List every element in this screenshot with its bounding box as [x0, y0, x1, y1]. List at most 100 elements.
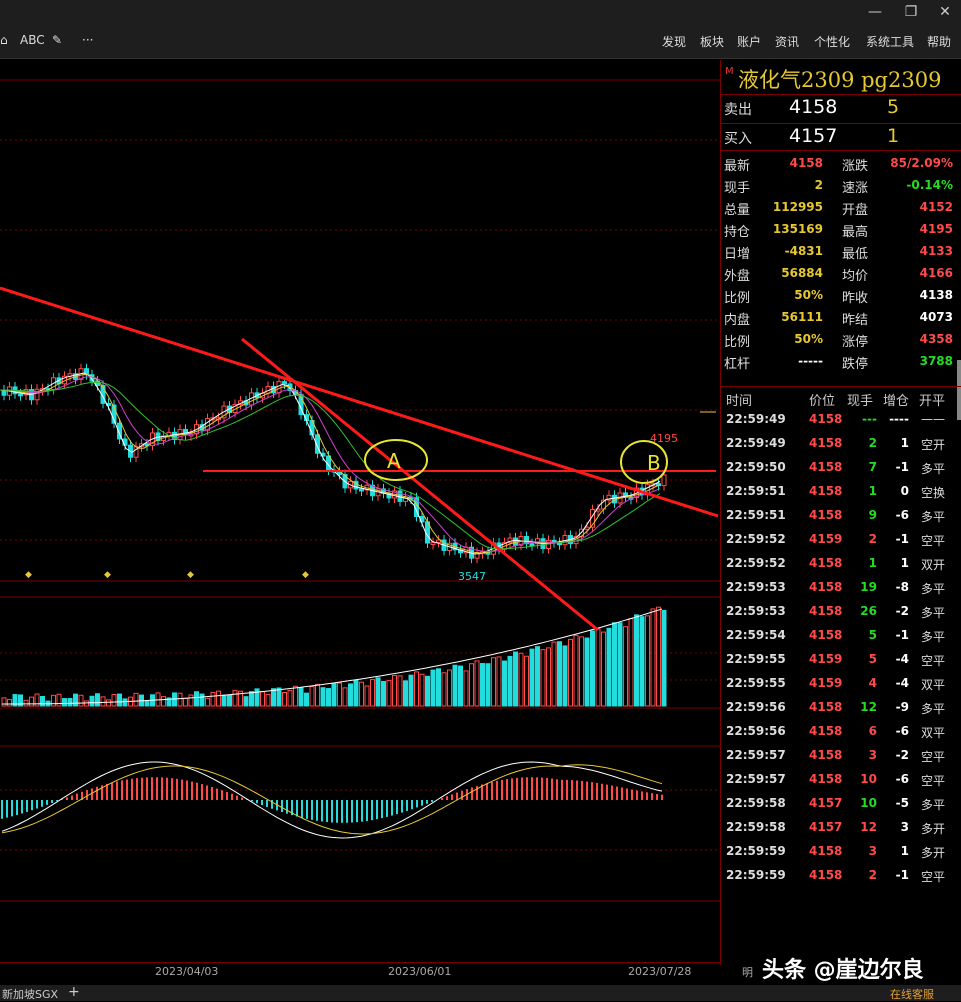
more-button[interactable]: ···: [82, 33, 93, 47]
trade-time: 22:59:57: [726, 748, 786, 762]
sell-price: 4158: [789, 96, 838, 118]
trade-row[interactable]: 22:59:51 4158 1 0 空换: [721, 480, 961, 504]
stat-value: 4133: [919, 244, 953, 258]
volume-bar: [106, 699, 111, 707]
trade-price: 4158: [809, 508, 843, 522]
trade-oi-change: 3: [900, 820, 909, 834]
volume-bar: [491, 657, 496, 707]
volume-bar: [254, 688, 260, 707]
volume-bar: [463, 670, 469, 707]
volume-bar: [639, 616, 645, 707]
trade-open-close: 多平: [921, 606, 946, 620]
volume-bar: [117, 693, 122, 707]
trade-row[interactable]: 22:59:55 4159 5 -4 空平: [721, 648, 961, 672]
trade-row[interactable]: 22:59:49 4158 --- ---- ——: [721, 408, 961, 432]
stat-value: -4831: [784, 244, 823, 258]
trade-hand: 12: [860, 820, 877, 834]
volume-bar: [62, 698, 67, 707]
volume-bar: [573, 634, 579, 707]
contract-title: 液化气2309 pg2309: [738, 68, 942, 92]
trade-row[interactable]: 22:59:55 4159 4 -4 双平: [721, 672, 961, 696]
trade-row[interactable]: 22:59:58 4157 10 -5 多平: [721, 792, 961, 816]
high-price-label: 4195: [650, 432, 678, 445]
trade-open-close: 空开: [921, 438, 946, 452]
buy-price: 4157: [789, 125, 838, 147]
volume-bar: [430, 669, 436, 707]
trade-row[interactable]: 22:59:56 4158 6 -6 双平: [721, 720, 961, 744]
trade-row[interactable]: 22:59:51 4158 9 -6 多平: [721, 504, 961, 528]
menu-discover[interactable]: 发现: [662, 33, 686, 50]
trade-row[interactable]: 22:59:56 4158 12 -9 多平: [721, 696, 961, 720]
restore-icon[interactable]: ❐: [896, 2, 926, 22]
falling-trendline: [241, 337, 599, 632]
menu-help[interactable]: 帮助: [927, 33, 951, 50]
trade-row[interactable]: 22:59:54 4158 5 -1 多平: [721, 624, 961, 648]
volume-bar: [502, 660, 507, 707]
volume-bar: [661, 609, 667, 707]
stat-value: 4152: [919, 200, 953, 214]
minimize-icon[interactable]: —: [860, 2, 890, 22]
trade-row[interactable]: 22:59:50 4158 7 -1 多平: [721, 456, 961, 480]
close-icon[interactable]: ✕: [930, 2, 960, 22]
date-label-3: 2023/07/28: [628, 965, 692, 978]
volume-bar: [111, 693, 117, 707]
menu-sectors[interactable]: 板块: [700, 33, 724, 50]
buy-row[interactable]: 买入 4157 1: [721, 123, 961, 150]
volume-bar: [529, 648, 535, 707]
trade-time: 22:59:56: [726, 700, 786, 714]
eraser-icon[interactable]: ✎: [52, 33, 62, 47]
trade-oi-change: -2: [895, 748, 909, 762]
kline-chart-area[interactable]: A B 4195 3547 ◆ ◆ ◆ ◆: [0, 60, 720, 965]
trade-row[interactable]: 22:59:52 4158 1 1 双开: [721, 552, 961, 576]
menu-account[interactable]: 账户: [737, 33, 761, 50]
candle-body: [430, 541, 436, 545]
trade-row[interactable]: 22:59:59 4158 2 -1 空平: [721, 864, 961, 888]
online-service-link[interactable]: 在线客服: [890, 986, 934, 1002]
status-market[interactable]: 新加坡SGX: [2, 986, 58, 1002]
volume-bar: [183, 697, 188, 707]
volume-bar: [480, 663, 485, 707]
stat-row: 比例 50% 涨停 4358: [721, 329, 961, 351]
volume-bar: [293, 685, 298, 707]
svg-text:◆: ◆: [104, 570, 111, 580]
trade-price: 4158: [809, 868, 843, 882]
volume-bar: [634, 614, 639, 707]
trade-row[interactable]: 22:59:53 4158 26 -2 多平: [721, 600, 961, 624]
home-icon[interactable]: ⌂: [0, 33, 8, 47]
volume-bar: [441, 672, 447, 707]
stat-label: 跌停: [842, 357, 869, 372]
trade-price: 4158: [809, 772, 843, 786]
abc-text-tool[interactable]: ABC: [20, 33, 45, 47]
buy-volume: 1: [887, 125, 900, 147]
trade-row[interactable]: 22:59:52 4159 2 -1 空平: [721, 528, 961, 552]
svg-text:◆: ◆: [302, 570, 309, 580]
trade-open-close: 多平: [921, 582, 946, 596]
trade-row[interactable]: 22:59:58 4157 12 3 多开: [721, 816, 961, 840]
trade-time: 22:59:57: [726, 772, 786, 786]
trade-open-close: 空平: [921, 534, 946, 548]
trade-row[interactable]: 22:59:57 4158 10 -6 空平: [721, 768, 961, 792]
trade-hand: ---: [862, 412, 877, 426]
trade-price: 4158: [809, 844, 843, 858]
menu-system-tools[interactable]: 系统工具: [866, 33, 914, 50]
menu-news[interactable]: 资讯: [775, 33, 799, 50]
trade-open-close: 双平: [921, 726, 946, 740]
menu-personalize[interactable]: 个性化: [814, 33, 850, 50]
add-tab-button[interactable]: +: [68, 984, 80, 1000]
sell-row[interactable]: 卖出 4158 5: [721, 94, 961, 121]
trade-row[interactable]: 22:59:49 4158 2 1 空开: [721, 432, 961, 456]
volume-bar: [524, 655, 529, 707]
header-oi: 增仓: [883, 394, 910, 409]
volume-bar: [144, 700, 150, 707]
volume-bar: [551, 641, 557, 707]
trade-oi-change: -1: [895, 868, 909, 882]
trade-row[interactable]: 22:59:59 4158 3 1 多开: [721, 840, 961, 864]
trade-row[interactable]: 22:59:57 4158 3 -2 空平: [721, 744, 961, 768]
trade-row[interactable]: 22:59:53 4158 19 -8 多平: [721, 576, 961, 600]
stat-label: 昨收: [842, 291, 869, 306]
volume-bar: [469, 663, 474, 707]
trade-oi-change: -6: [895, 508, 909, 522]
volume-bar: [474, 660, 480, 707]
stat-label: 最低: [842, 247, 869, 262]
volume-bar: [595, 628, 601, 707]
